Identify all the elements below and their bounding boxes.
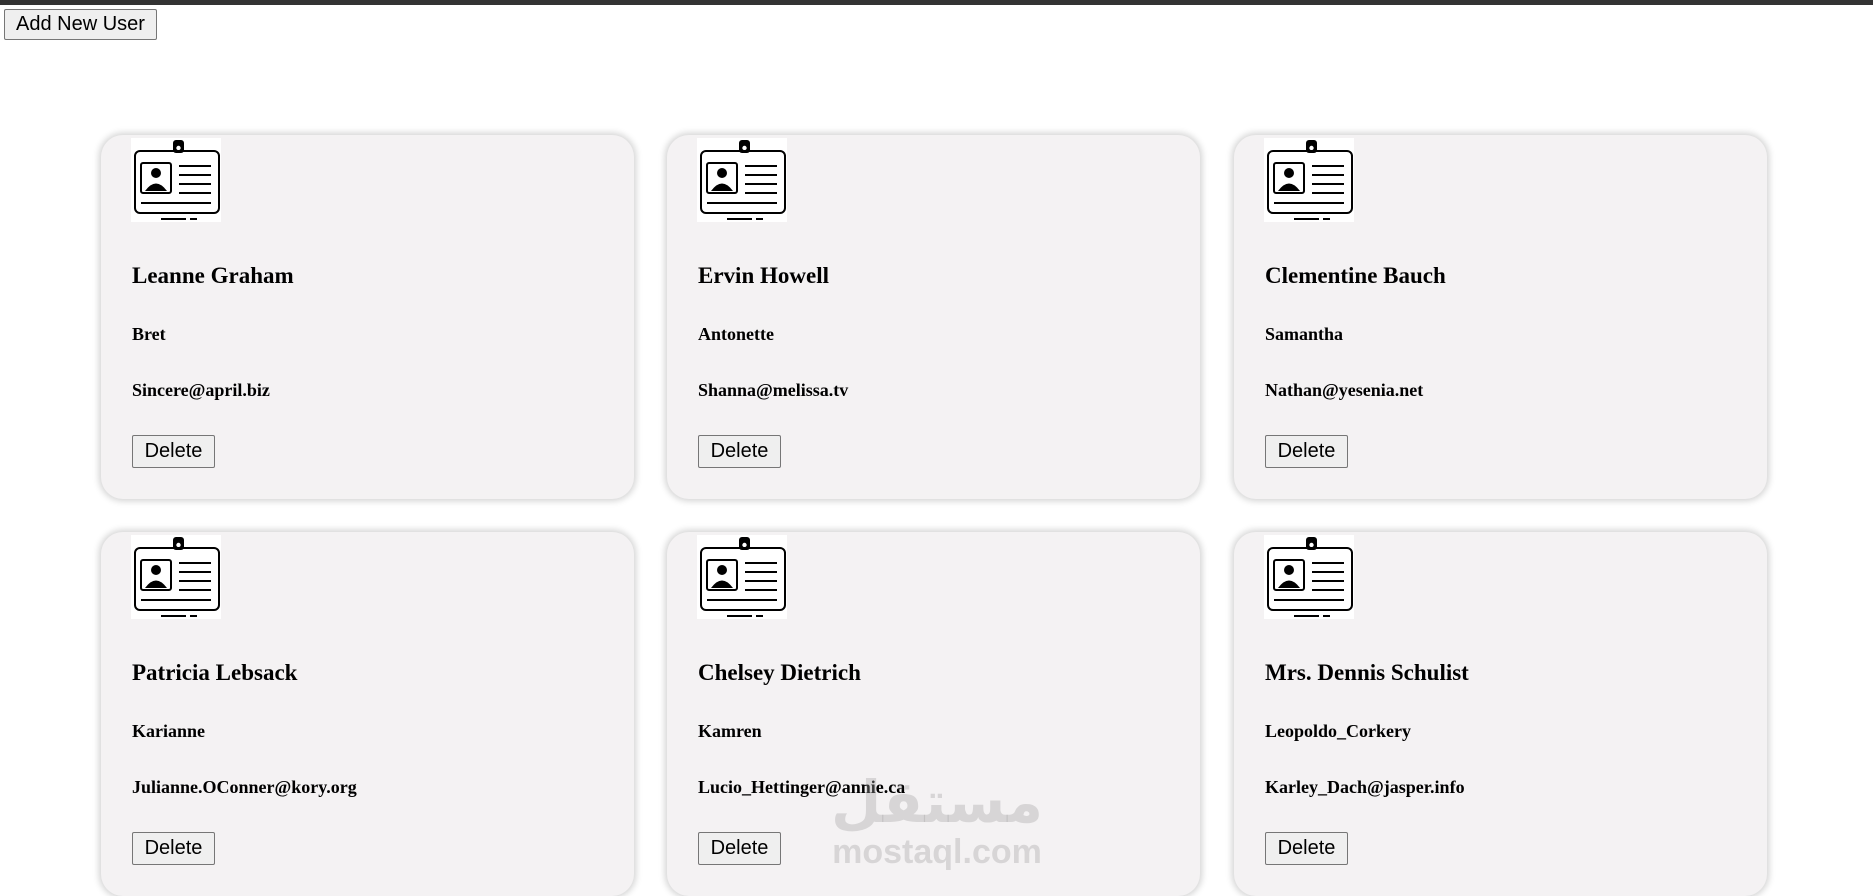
user-username: Bret xyxy=(132,324,166,344)
user-email: Sincere@april.biz xyxy=(132,380,270,400)
id-badge-icon xyxy=(1264,535,1354,619)
id-badge-icon xyxy=(697,535,787,619)
user-username: Antonette xyxy=(698,324,774,344)
delete-user-button[interactable]: Delete xyxy=(132,832,215,865)
user-email: Shanna@melissa.tv xyxy=(698,380,849,400)
user-name: Patricia Lebsack xyxy=(132,660,298,685)
user-email: Karley_Dach@jasper.info xyxy=(1265,777,1465,797)
user-email: Julianne.OConner@kory.org xyxy=(132,777,357,797)
user-card: Clementine Bauch Samantha Nathan@yesenia… xyxy=(1234,135,1767,499)
user-card: Chelsey Dietrich Kamren Lucio_Hettinger@… xyxy=(667,532,1200,896)
user-username: Leopoldo_Corkery xyxy=(1265,721,1411,741)
id-badge-icon xyxy=(131,535,221,619)
user-card: Patricia Lebsack Karianne Julianne.OConn… xyxy=(101,532,634,896)
id-badge-icon xyxy=(697,138,787,222)
delete-user-button[interactable]: Delete xyxy=(132,435,215,468)
user-email: Lucio_Hettinger@annie.ca xyxy=(698,777,906,797)
user-name: Leanne Graham xyxy=(132,263,294,288)
id-badge-icon xyxy=(1264,138,1354,222)
user-name: Clementine Bauch xyxy=(1265,263,1446,288)
add-new-user-button[interactable]: Add New User xyxy=(4,9,157,40)
delete-user-button[interactable]: Delete xyxy=(1265,832,1348,865)
user-username: Kamren xyxy=(698,721,762,741)
delete-user-button[interactable]: Delete xyxy=(1265,435,1348,468)
user-name: Ervin Howell xyxy=(698,263,829,288)
user-email: Nathan@yesenia.net xyxy=(1265,380,1424,400)
delete-user-button[interactable]: Delete xyxy=(698,832,781,865)
user-card: Mrs. Dennis Schulist Leopoldo_Corkery Ka… xyxy=(1234,532,1767,896)
user-card: Ervin Howell Antonette Shanna@melissa.tv… xyxy=(667,135,1200,499)
top-bar xyxy=(0,0,1873,5)
user-name: Chelsey Dietrich xyxy=(698,660,861,685)
user-username: Karianne xyxy=(132,721,206,741)
id-badge-icon xyxy=(131,138,221,222)
user-name: Mrs. Dennis Schulist xyxy=(1265,660,1469,685)
delete-user-button[interactable]: Delete xyxy=(698,435,781,468)
user-username: Samantha xyxy=(1265,324,1344,344)
user-card: Leanne Graham Bret Sincere@april.biz Del… xyxy=(101,135,634,499)
